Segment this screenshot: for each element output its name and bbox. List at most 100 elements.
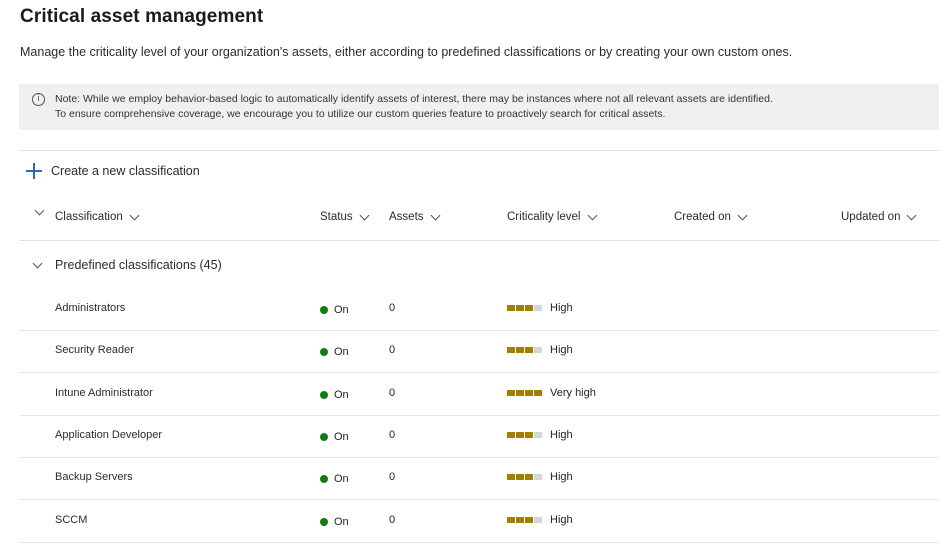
criticality-bar — [516, 517, 524, 523]
note-text: Note: While we employ behavior-based log… — [55, 92, 773, 122]
status-cell: On — [320, 431, 349, 443]
status-text: On — [334, 516, 349, 528]
group-predefined-classifications[interactable]: Predefined classifications (45) — [32, 258, 222, 272]
status-on-icon — [320, 306, 328, 314]
criticality-cell: High — [507, 429, 573, 441]
column-header-criticality[interactable]: Criticality level — [507, 210, 597, 223]
classification-name: SCCM — [55, 514, 88, 526]
chevron-down-icon — [737, 210, 748, 220]
criticality-bars-icon — [507, 432, 543, 438]
chevron-down-icon — [34, 205, 45, 216]
assets-count: 0 — [389, 344, 396, 356]
table-row[interactable]: Administrators On 0 High — [19, 289, 939, 331]
criticality-bar — [525, 474, 533, 480]
status-cell: On — [320, 346, 349, 358]
criticality-text: High — [550, 471, 573, 483]
chevron-down-icon — [129, 210, 140, 220]
table-row[interactable]: Intune Administrator On 0 Very high — [19, 374, 939, 416]
column-header-criticality-label: Criticality level — [507, 211, 581, 223]
note-line-1: Note: While we employ behavior-based log… — [55, 93, 773, 105]
classification-name: Application Developer — [55, 429, 163, 441]
create-classification-button[interactable]: Create a new classification — [26, 163, 200, 179]
note-banner: i Note: While we employ behavior-based l… — [19, 84, 939, 130]
criticality-bar — [507, 517, 515, 523]
row-divider — [19, 372, 939, 373]
criticality-bar — [534, 517, 542, 523]
assets-count: 0 — [389, 302, 396, 314]
divider — [19, 150, 939, 151]
status-text: On — [334, 389, 349, 401]
column-header-assets-label: Assets — [389, 211, 424, 223]
criticality-bar — [516, 474, 524, 480]
criticality-bar — [525, 347, 533, 353]
criticality-bar — [534, 390, 542, 396]
classification-name: Security Reader — [55, 344, 134, 356]
criticality-bar — [507, 305, 515, 311]
page-description: Manage the criticality level of your org… — [20, 45, 793, 59]
criticality-cell: Very high — [507, 387, 596, 399]
status-text: On — [334, 346, 349, 358]
criticality-cell: High — [507, 514, 573, 526]
status-cell: On — [320, 304, 349, 316]
criticality-bar — [534, 347, 542, 353]
header-divider — [19, 240, 939, 241]
chevron-down-icon — [359, 210, 370, 220]
chevron-down-icon — [587, 210, 597, 220]
table-row[interactable]: Application Developer On 0 High — [19, 416, 939, 458]
criticality-cell: High — [507, 471, 573, 483]
criticality-bar — [516, 347, 524, 353]
column-header-updated[interactable]: Updated on — [841, 210, 917, 223]
create-classification-label: Create a new classification — [51, 164, 200, 178]
chevron-down-icon — [430, 210, 440, 220]
criticality-bar — [507, 474, 515, 480]
expand-all-toggle[interactable] — [34, 205, 45, 216]
criticality-bar — [507, 432, 515, 438]
plus-icon — [26, 163, 42, 179]
criticality-text: Very high — [550, 387, 596, 399]
table-row[interactable]: Backup Servers On 0 High — [19, 458, 939, 500]
status-on-icon — [320, 433, 328, 441]
criticality-bar — [534, 474, 542, 480]
column-header-classification[interactable]: Classification — [55, 210, 140, 223]
column-header-status[interactable]: Status — [320, 210, 370, 223]
criticality-bar — [525, 517, 533, 523]
status-on-icon — [320, 348, 328, 356]
classification-name: Backup Servers — [55, 471, 133, 483]
criticality-bar — [516, 432, 524, 438]
status-on-icon — [320, 518, 328, 526]
criticality-bars-icon — [507, 474, 543, 480]
criticality-cell: High — [507, 302, 573, 314]
criticality-text: High — [550, 344, 573, 356]
criticality-bar — [534, 432, 542, 438]
criticality-text: High — [550, 429, 573, 441]
criticality-bar — [516, 305, 524, 311]
info-icon: i — [32, 93, 45, 106]
criticality-cell: High — [507, 344, 573, 356]
chevron-down-icon — [32, 258, 43, 268]
status-text: On — [334, 431, 349, 443]
row-divider — [19, 499, 939, 500]
status-on-icon — [320, 391, 328, 399]
column-header-updated-label: Updated on — [841, 211, 901, 223]
criticality-text: High — [550, 514, 573, 526]
column-header-classification-label: Classification — [55, 211, 123, 223]
assets-count: 0 — [389, 514, 396, 526]
group-label: Predefined classifications (45) — [55, 258, 222, 272]
criticality-bars-icon — [507, 390, 543, 396]
column-header-assets[interactable]: Assets — [389, 210, 440, 223]
column-header-created-label: Created on — [674, 211, 731, 223]
criticality-bar — [525, 390, 533, 396]
table-row[interactable]: SCCM On 0 High — [19, 501, 939, 543]
column-header-created[interactable]: Created on — [674, 210, 748, 223]
assets-count: 0 — [389, 429, 396, 441]
row-divider — [19, 542, 939, 543]
criticality-text: High — [550, 302, 573, 314]
status-cell: On — [320, 516, 349, 528]
table-row[interactable]: Security Reader On 0 High — [19, 331, 939, 373]
criticality-bar — [525, 432, 533, 438]
criticality-bars-icon — [507, 517, 543, 523]
status-text: On — [334, 473, 349, 485]
column-header-status-label: Status — [320, 211, 353, 223]
assets-count: 0 — [389, 471, 396, 483]
criticality-bars-icon — [507, 347, 543, 353]
